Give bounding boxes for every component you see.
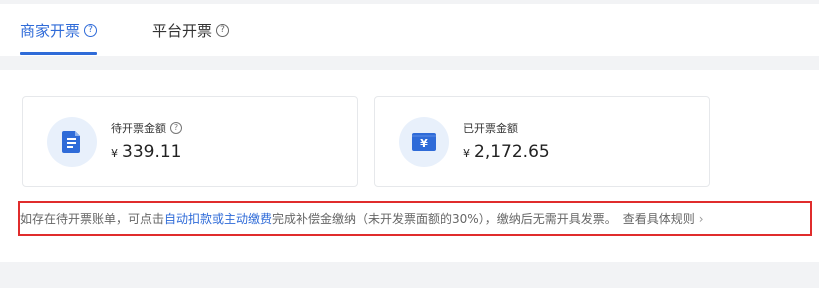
yen-folder-icon: ¥ [399, 117, 449, 167]
view-rules-link[interactable]: 查看具体规则 [623, 210, 695, 227]
issued-amount-value: ¥ 2,172.65 [463, 142, 550, 162]
svg-text:¥: ¥ [420, 137, 428, 150]
section-gap [0, 56, 819, 70]
card-label-text: 已开票金额 [463, 122, 518, 135]
auto-deduct-pay-link[interactable]: 自动扣款或主动缴费 [164, 210, 272, 227]
tab-bar: 商家开票 ? 平台开票 ? [0, 4, 819, 56]
card-label-text: 待开票金额 [111, 122, 166, 135]
amount-text: 339.11 [122, 142, 182, 162]
pending-amount-value: ¥ 339.11 [111, 142, 181, 162]
question-icon[interactable]: ? [84, 23, 98, 37]
notice-text-after: 完成补偿金缴纳（未开发票面额的30%），缴纳后无需开具发票。 [272, 212, 617, 226]
issued-amount-label: 已开票金额 [463, 120, 518, 136]
amount-text: 2,172.65 [474, 142, 550, 162]
summary-panel: 待开票金额 ? ¥ 339.11 ¥ 已开票金额 ¥ 2,172.65 如存在待… [0, 70, 819, 262]
bottom-strip [0, 262, 819, 288]
issued-invoice-card: ¥ 已开票金额 ¥ 2,172.65 [374, 96, 710, 187]
tab-platform-invoice[interactable]: 平台开票 ? [152, 4, 230, 56]
invoice-page: 商家开票 ? 平台开票 ? 待开票金额 ? ¥ 339.11 ¥ 已开票金额 ¥… [0, 0, 819, 288]
tab-merchant-invoice[interactable]: 商家开票 ? [20, 4, 98, 56]
chevron-right-icon[interactable]: › [699, 212, 704, 226]
question-icon[interactable]: ? [216, 23, 230, 37]
currency-symbol: ¥ [111, 147, 118, 160]
question-icon[interactable]: ? [170, 122, 182, 134]
pending-invoice-card: 待开票金额 ? ¥ 339.11 [22, 96, 358, 187]
compensation-notice: 如存在待开票账单，可点击 自动扣款或主动缴费 完成补偿金缴纳（未开发票面额的30… [18, 201, 812, 236]
active-tab-underline [20, 52, 98, 55]
currency-symbol: ¥ [463, 147, 470, 160]
tab-label: 商家开票 [20, 21, 81, 40]
notice-text-before: 如存在待开票账单，可点击 [20, 212, 165, 226]
document-icon [47, 117, 97, 167]
pending-amount-label: 待开票金额 ? [111, 120, 182, 136]
tab-label: 平台开票 [152, 21, 213, 40]
